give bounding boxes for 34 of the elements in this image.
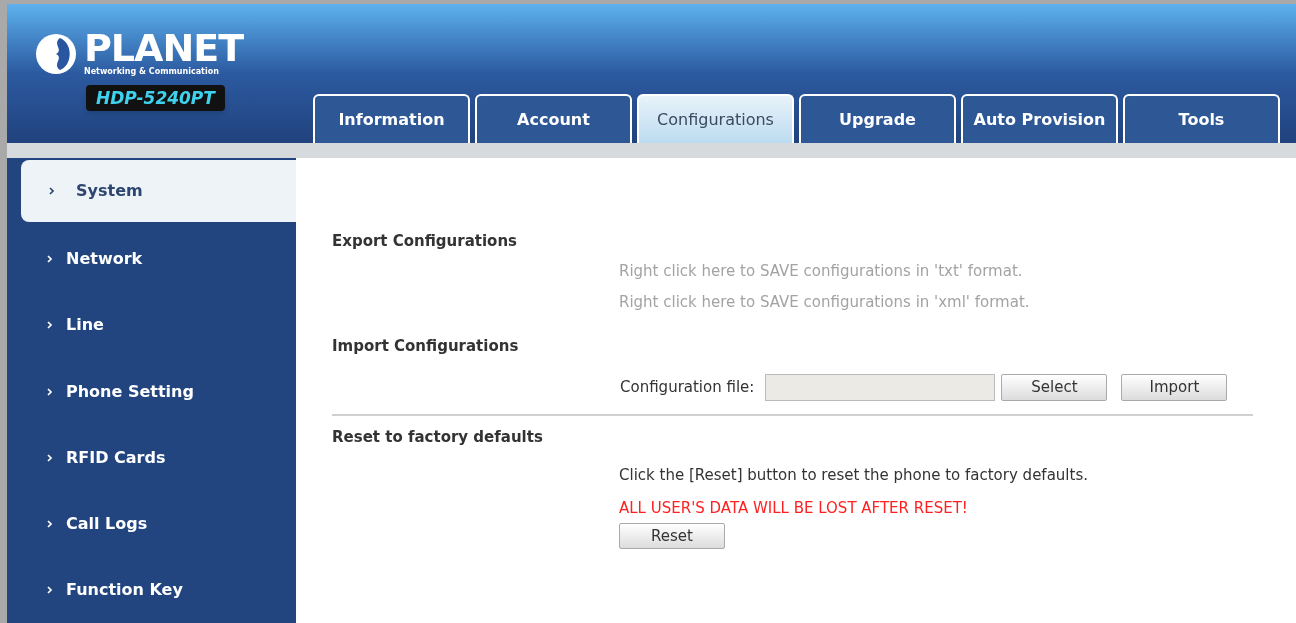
sidebar-item[interactable]: Network — [7, 226, 296, 293]
chevron-icon — [47, 453, 52, 462]
model-badge: HDP-5240PT — [86, 85, 225, 111]
chevron-icon — [47, 321, 52, 330]
reset-button[interactable]: Reset — [619, 523, 725, 549]
reset-note: Click the [Reset] button to reset the phone to factory defaults. — [619, 465, 1088, 486]
sidebar-item[interactable]: RFID Cards — [7, 424, 296, 491]
select-button[interactable]: Select — [1001, 373, 1108, 401]
chevron-icon — [47, 387, 52, 396]
warning-text: ALL USER'S DATA WILL BE LOST AFTER RESET! — [619, 497, 968, 519]
sidebar-item[interactable]: Line — [7, 292, 296, 359]
nav-tab[interactable]: Information — [313, 94, 470, 143]
chevron-icon — [47, 255, 52, 264]
sidebar-item[interactable]: Call Logs — [7, 490, 296, 557]
field-label: Configuration file: — [620, 376, 755, 398]
sidebar-item[interactable]: System — [21, 160, 296, 223]
chevron-icon — [49, 187, 54, 196]
chevron-icon — [47, 585, 52, 594]
nav-tab[interactable]: Auto Provision — [961, 94, 1118, 143]
nav-tab[interactable]: Account — [475, 94, 632, 143]
file-field[interactable] — [765, 373, 996, 401]
logo-icon — [34, 32, 78, 76]
chevron-icon — [47, 519, 52, 528]
section-title: Import Configurations — [332, 336, 520, 357]
nav-tab[interactable]: Configurations — [637, 94, 794, 143]
section-title: Export Configurations — [332, 231, 519, 252]
sidebar-item[interactable]: Function Key — [7, 556, 296, 623]
nav-tab[interactable]: Upgrade — [799, 94, 956, 143]
nav-tab[interactable]: Tools — [1123, 94, 1280, 143]
section-title: Reset to factory defaults — [332, 427, 544, 448]
import-button[interactable]: Import — [1121, 373, 1228, 401]
brand-tagline: Networking & Communication — [84, 66, 220, 78]
sidebar-item[interactable]: Phone Setting — [7, 358, 296, 425]
brand-name: PLANET — [84, 30, 244, 66]
